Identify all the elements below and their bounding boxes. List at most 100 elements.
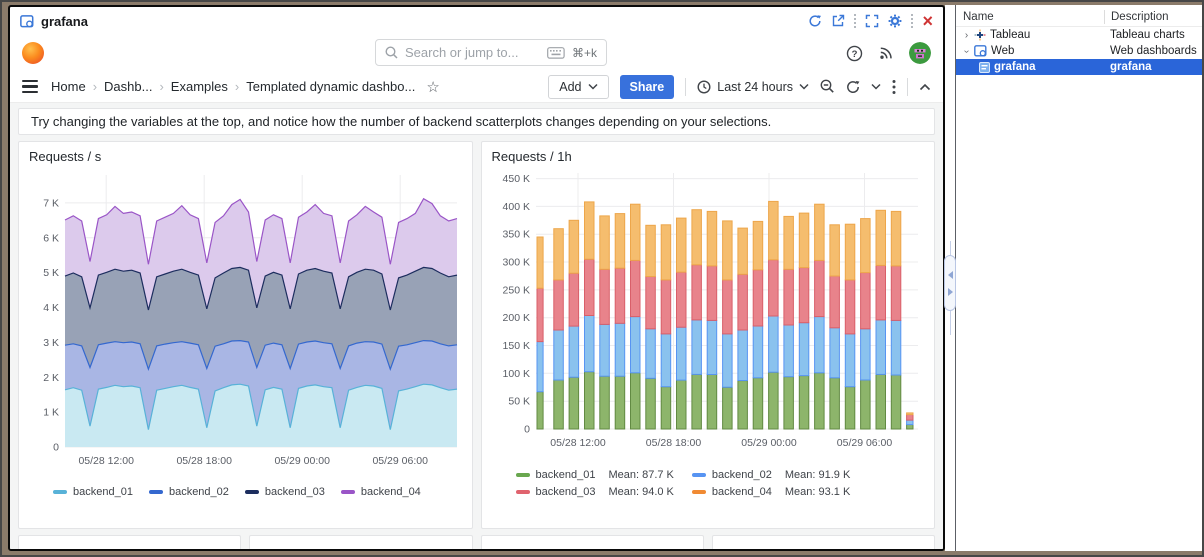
svg-text:3 K: 3 K bbox=[43, 337, 59, 349]
requests-per-s-chart[interactable]: 01 K2 K3 K4 K5 K6 K7 K05/28 12:0005/28 1… bbox=[29, 165, 462, 486]
user-avatar[interactable] bbox=[909, 42, 931, 64]
panel-splitter[interactable] bbox=[944, 255, 956, 311]
svg-text:05/28 12:00: 05/28 12:00 bbox=[550, 437, 606, 449]
tree-row-tableau[interactable]: ›TableauTableau charts bbox=[956, 27, 1202, 43]
legend-label: backend_04 bbox=[712, 486, 772, 498]
svg-text:300 K: 300 K bbox=[502, 257, 529, 269]
window-app-icon bbox=[20, 15, 34, 28]
collapse-left-icon[interactable] bbox=[948, 271, 953, 279]
splitter-gap bbox=[945, 5, 955, 551]
add-button[interactable]: Add bbox=[548, 75, 608, 99]
refresh-icon[interactable] bbox=[846, 80, 860, 94]
partial-panel bbox=[481, 535, 704, 549]
screen-frame: grafana × bbox=[0, 0, 1204, 557]
tableau-icon bbox=[974, 29, 986, 41]
legend-mean: Mean: 94.0 K bbox=[608, 486, 673, 498]
close-icon[interactable]: × bbox=[922, 14, 933, 28]
chevron-down-icon bbox=[799, 83, 809, 90]
kebab-menu-icon[interactable] bbox=[892, 79, 896, 95]
toolbar-divider bbox=[685, 78, 686, 96]
banner-text: Try changing the variables at the top, a… bbox=[31, 114, 771, 129]
tree-row-description: grafana bbox=[1104, 61, 1202, 73]
collapse-toolbar-icon[interactable] bbox=[919, 83, 931, 91]
legend-item-backend_03[interactable]: backend_03 bbox=[245, 486, 325, 498]
requests-per-1h-legend: backend_01Mean: 87.7 K backend_02Mean: 91… bbox=[492, 468, 925, 502]
search-shortcut: ⌘+k bbox=[572, 46, 597, 60]
zoom-out-icon[interactable] bbox=[820, 79, 835, 94]
settings-gear-icon[interactable] bbox=[888, 14, 902, 28]
legend-label: backend_01 bbox=[73, 486, 133, 498]
legend-item-backend_04[interactable]: backend_04 bbox=[341, 486, 421, 498]
grafana-item-icon bbox=[979, 62, 990, 73]
chevron-collapsed-icon[interactable]: › bbox=[960, 30, 973, 41]
grafana-logo[interactable] bbox=[22, 42, 44, 64]
tree-row-name: Web bbox=[991, 45, 1014, 57]
favorite-star-icon[interactable]: ☆ bbox=[426, 78, 439, 96]
partial-panel bbox=[18, 535, 241, 549]
svg-text:05/29 00:00: 05/29 00:00 bbox=[741, 437, 797, 449]
svg-text:05/29 06:00: 05/29 06:00 bbox=[836, 437, 892, 449]
svg-text:05/28 18:00: 05/28 18:00 bbox=[176, 455, 232, 467]
breadcrumb-item[interactable]: Home bbox=[51, 79, 86, 94]
controls-divider bbox=[854, 14, 856, 28]
expand-right-icon[interactable] bbox=[948, 288, 953, 296]
catalog-panel: Name Description ›TableauTableau charts›… bbox=[955, 5, 1202, 551]
tree-row-web[interactable]: ›WebWeb dashboards bbox=[956, 43, 1202, 59]
sync-icon[interactable] bbox=[808, 14, 822, 28]
legend-item-backend_01[interactable]: backend_01 bbox=[53, 486, 133, 498]
controls-divider bbox=[911, 14, 913, 28]
svg-text:0: 0 bbox=[524, 424, 530, 436]
search-input[interactable]: Search or jump to... ⌘+k bbox=[375, 39, 607, 66]
svg-text:2 K: 2 K bbox=[43, 372, 59, 384]
legend-item-backend_02[interactable]: backend_02Mean: 91.9 K bbox=[692, 469, 850, 481]
chevron-expanded-icon[interactable]: › bbox=[961, 45, 972, 57]
time-range-picker[interactable]: Last 24 hours bbox=[697, 80, 809, 94]
dashboard-canvas: Try changing the variables at the top, a… bbox=[10, 102, 943, 549]
svg-text:0: 0 bbox=[53, 442, 59, 454]
legend-label: backend_03 bbox=[536, 486, 596, 498]
tree-row-grafana[interactable]: grafanagrafana bbox=[956, 59, 1202, 75]
legend-swatch bbox=[245, 490, 259, 494]
svg-text:250 K: 250 K bbox=[502, 284, 529, 296]
tree-row-description: Tableau charts bbox=[1104, 29, 1202, 41]
svg-text:400 K: 400 K bbox=[502, 201, 529, 213]
breadcrumb: Home›Dashb...›Examples›Templated dynamic… bbox=[51, 79, 415, 94]
legend-swatch bbox=[516, 473, 530, 477]
share-button[interactable]: Share bbox=[620, 75, 675, 99]
svg-text:5 K: 5 K bbox=[43, 267, 59, 279]
breadcrumb-separator: › bbox=[93, 79, 97, 94]
window-titlebar: grafana × bbox=[10, 7, 943, 35]
window-title: grafana bbox=[41, 14, 88, 29]
svg-text:05/29 00:00: 05/29 00:00 bbox=[274, 455, 330, 467]
legend-label: backend_03 bbox=[265, 486, 325, 498]
panel-title[interactable]: Requests / 1h bbox=[492, 149, 925, 164]
panel-title[interactable]: Requests / s bbox=[29, 149, 462, 164]
breadcrumb-item[interactable]: Examples bbox=[171, 79, 228, 94]
menu-hamburger-icon[interactable] bbox=[22, 80, 38, 94]
breadcrumb-item[interactable]: Templated dynamic dashbo... bbox=[246, 79, 415, 94]
legend-swatch bbox=[516, 490, 530, 494]
breadcrumb-item[interactable]: Dashb... bbox=[104, 79, 152, 94]
legend-label: backend_02 bbox=[169, 486, 229, 498]
web-icon bbox=[974, 45, 987, 57]
column-header-name[interactable]: Name bbox=[956, 11, 1104, 23]
legend-item-backend_04[interactable]: backend_04Mean: 93.1 K bbox=[692, 486, 850, 498]
legend-label: backend_01 bbox=[536, 469, 596, 481]
svg-text:05/28 18:00: 05/28 18:00 bbox=[645, 437, 701, 449]
refresh-interval-chevron-icon[interactable] bbox=[871, 83, 881, 90]
legend-swatch bbox=[53, 490, 67, 494]
requests-per-1h-chart[interactable]: 050 K100 K150 K200 K250 K300 K350 K400 K… bbox=[492, 165, 925, 468]
expand-icon[interactable] bbox=[865, 14, 879, 28]
clock-icon bbox=[697, 80, 711, 94]
partial-panel bbox=[249, 535, 472, 549]
legend-item-backend_02[interactable]: backend_02 bbox=[149, 486, 229, 498]
svg-text:05/29 06:00: 05/29 06:00 bbox=[372, 455, 428, 467]
open-external-icon[interactable] bbox=[831, 14, 845, 28]
svg-text:05/28 12:00: 05/28 12:00 bbox=[78, 455, 134, 467]
requests-per-s-legend: backend_01 backend_02 backend_03 backend_04 bbox=[29, 486, 462, 498]
legend-item-backend_01[interactable]: backend_01Mean: 87.7 K bbox=[516, 469, 674, 481]
column-header-description[interactable]: Description bbox=[1104, 10, 1202, 24]
news-icon[interactable] bbox=[878, 45, 894, 61]
help-icon[interactable]: ? bbox=[846, 45, 863, 62]
legend-item-backend_03[interactable]: backend_03 Mean: 94.0 K bbox=[516, 486, 674, 498]
